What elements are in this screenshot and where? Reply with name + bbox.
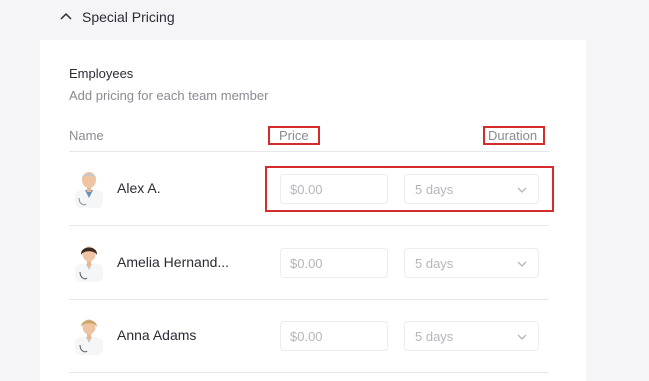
chevron-up-icon[interactable] [58,8,74,24]
section-title: Special Pricing [82,9,175,25]
divider [69,151,549,152]
employee-name: Anna Adams [117,327,197,343]
employee-name: Alex A. [117,180,161,196]
employees-subtitle: Add pricing for each team member [69,88,269,103]
divider [69,225,549,226]
avatar-amelia [75,246,103,282]
highlight-duration-header [483,126,545,145]
highlight-row-fields [265,166,554,212]
avatar-anna [75,319,103,355]
price-input[interactable] [280,248,388,278]
chevron-down-icon [517,334,527,340]
special-pricing-header[interactable]: Special Pricing [0,0,649,36]
divider [69,372,549,373]
duration-select[interactable]: 5 days [404,321,539,351]
employee-row-amelia: Amelia Hernand... 5 days [69,229,549,299]
duration-select[interactable]: 5 days [404,248,539,278]
employee-name: Amelia Hernand... [117,254,230,270]
chevron-down-icon [517,261,527,267]
price-input[interactable] [280,321,388,351]
employees-heading: Employees [69,66,134,81]
employee-row-anna: Anna Adams 5 days [69,302,549,372]
highlight-price-header [268,126,320,145]
duration-value: 5 days [415,329,454,344]
column-header-name: Name [69,128,104,143]
divider [69,299,549,300]
avatar-alex [75,172,103,208]
duration-value: 5 days [415,256,454,271]
